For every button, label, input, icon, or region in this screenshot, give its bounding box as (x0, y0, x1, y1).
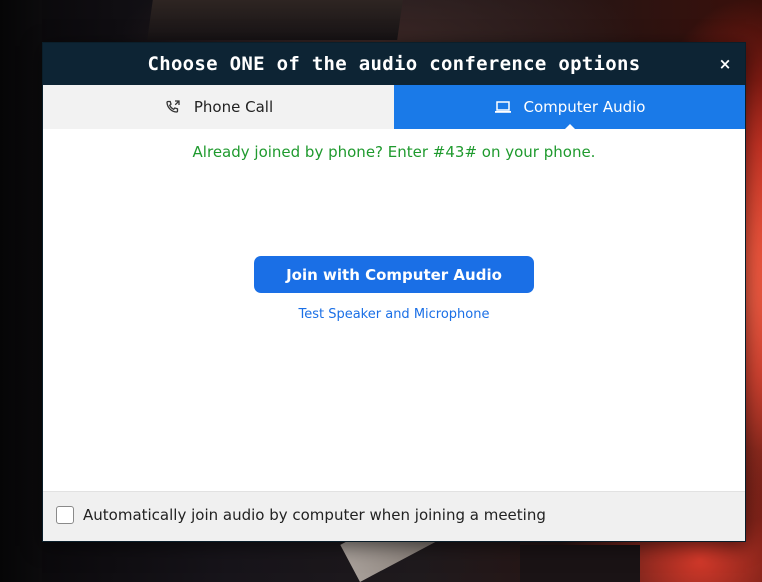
background-shape (0, 0, 42, 582)
laptop-icon (494, 99, 512, 115)
phone-join-hint: Already joined by phone? Enter #43# on y… (192, 143, 596, 161)
tab-phone-call-label: Phone Call (193, 98, 274, 116)
test-speaker-microphone-link[interactable]: Test Speaker and Microphone (43, 307, 745, 322)
audio-option-tabs: Phone Call Computer Audio (43, 85, 745, 130)
dialog-footer: Automatically join audio by computer whe… (43, 491, 745, 541)
tab-computer-audio[interactable]: Computer Audio (394, 85, 745, 130)
close-button[interactable]: × (713, 52, 737, 76)
audio-options-dialog: Choose ONE of the audio conference optio… (42, 42, 746, 542)
background-shape (147, 0, 403, 40)
join-computer-audio-button[interactable]: Join with Computer Audio (254, 256, 534, 293)
tab-computer-audio-label: Computer Audio (523, 98, 646, 116)
tab-phone-call[interactable]: Phone Call (43, 85, 394, 129)
dialog-title: Choose ONE of the audio conference optio… (147, 53, 641, 75)
dialog-titlebar: Choose ONE of the audio conference optio… (43, 43, 745, 85)
auto-join-label[interactable]: Automatically join audio by computer whe… (83, 506, 546, 524)
auto-join-checkbox[interactable] (56, 506, 74, 524)
phone-icon (164, 99, 182, 115)
background-shape (520, 545, 640, 582)
